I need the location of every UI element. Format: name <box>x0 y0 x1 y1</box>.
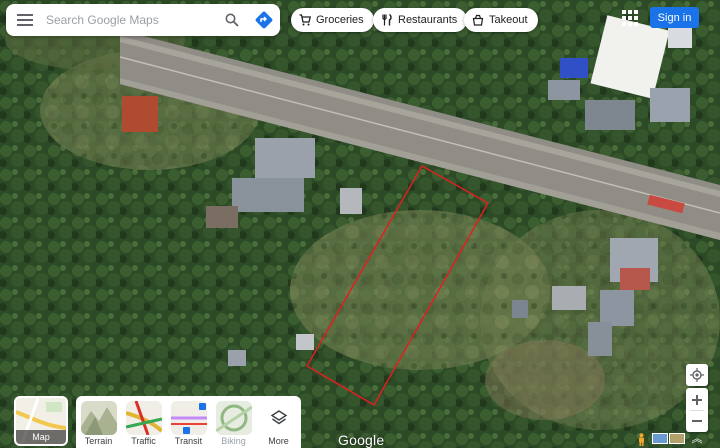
zoom-in-button[interactable] <box>692 390 702 410</box>
my-location-icon <box>690 368 704 382</box>
layer-label: Transit <box>174 436 203 446</box>
layer-label: More <box>268 436 289 446</box>
satellite-map[interactable] <box>0 0 720 448</box>
chip-label: Takeout <box>489 14 528 26</box>
minus-icon <box>692 419 702 422</box>
search-input[interactable] <box>44 12 216 28</box>
transit-thumbnail <box>170 401 207 435</box>
hamburger-icon <box>17 14 33 26</box>
google-logo: Google <box>338 432 385 448</box>
cart-icon <box>299 14 311 26</box>
layer-transit[interactable]: Transit <box>169 401 209 448</box>
layer-label: Biking <box>221 436 246 446</box>
layer-more[interactable]: More <box>259 401 299 448</box>
zoom-control <box>686 388 708 432</box>
directions-icon <box>255 11 273 29</box>
layer-traffic[interactable]: Traffic <box>124 401 164 448</box>
apps-grid-icon[interactable] <box>622 10 638 26</box>
map-layer-toggle[interactable]: Map <box>14 396 68 446</box>
search-box <box>6 4 280 36</box>
biking-thumbnail <box>215 401 252 435</box>
layer-terrain[interactable]: Terrain <box>79 401 119 448</box>
zoom-out-button[interactable] <box>692 411 702 431</box>
menu-button[interactable] <box>6 4 44 36</box>
map-layer-label: Map <box>16 430 66 444</box>
chip-label: Restaurants <box>398 14 458 26</box>
layer-label: Traffic <box>131 436 156 446</box>
directions-button[interactable] <box>248 4 280 36</box>
traffic-thumbnail <box>125 401 162 435</box>
chip-takeout[interactable]: Takeout <box>464 8 538 32</box>
sign-in-button[interactable]: Sign in <box>650 7 699 28</box>
terrain-thumbnail <box>80 401 117 435</box>
pegman-icon[interactable] <box>637 433 646 446</box>
more-layers-icon <box>261 401 297 435</box>
my-location-button[interactable] <box>686 364 708 386</box>
imagery-tile-2[interactable] <box>669 433 685 444</box>
fork-knife-icon <box>382 14 392 26</box>
layer-panel: Terrain Traffic Transit Biking More <box>76 396 301 448</box>
search-button[interactable] <box>216 4 248 36</box>
chip-groceries[interactable]: Groceries <box>291 8 374 32</box>
imagery-tile-1[interactable] <box>652 433 668 444</box>
expand-chevron-icon[interactable]: ︽ <box>690 433 704 446</box>
chip-restaurants[interactable]: Restaurants <box>373 8 468 32</box>
layer-label: Terrain <box>84 436 113 446</box>
plus-icon <box>692 394 702 405</box>
chip-label: Groceries <box>316 14 364 26</box>
takeout-icon <box>472 14 484 26</box>
layer-biking[interactable]: Biking <box>214 401 254 448</box>
search-icon <box>225 13 239 27</box>
